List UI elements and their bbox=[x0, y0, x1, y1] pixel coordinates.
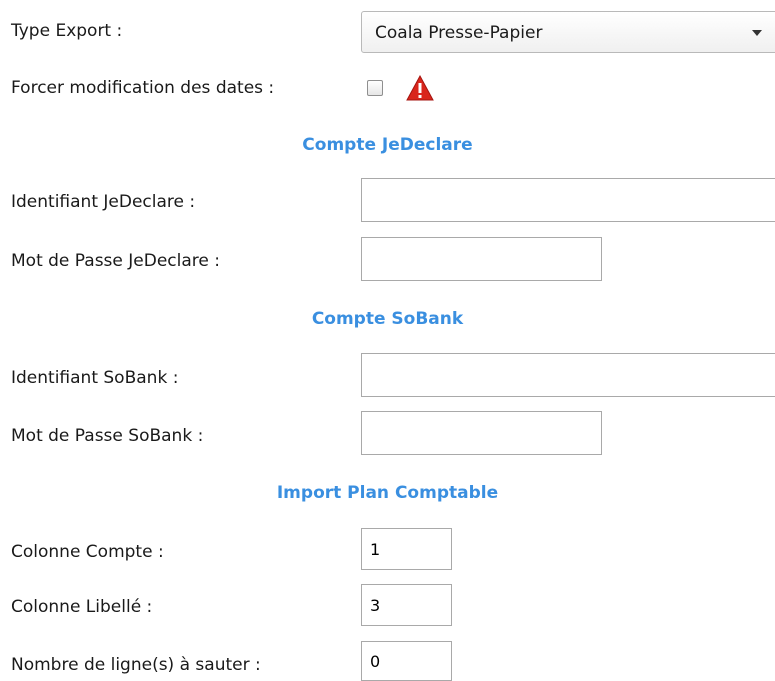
force-dates-checkbox[interactable] bbox=[367, 80, 383, 96]
force-dates-label: Forcer modification des dates : bbox=[11, 78, 275, 98]
warning-triangle-icon bbox=[406, 75, 434, 101]
sobank-id-label: Identifiant SoBank : bbox=[11, 368, 179, 388]
label-column-input[interactable] bbox=[361, 584, 452, 626]
skip-rows-input[interactable] bbox=[361, 641, 452, 681]
jedeclare-id-label: Identifiant JeDeclare : bbox=[11, 192, 196, 212]
skip-rows-label: Nombre de ligne(s) à sauter : bbox=[11, 655, 261, 675]
type-export-selected-value: Coala Presse-Papier bbox=[375, 23, 543, 43]
jedeclare-password-label: Mot de Passe JeDeclare : bbox=[11, 251, 220, 271]
import-plan-section-title: Import Plan Comptable bbox=[276, 483, 499, 503]
chevron-down-icon bbox=[752, 30, 762, 36]
type-export-select[interactable]: Coala Presse-Papier bbox=[361, 11, 775, 53]
sobank-password-label: Mot de Passe SoBank : bbox=[11, 426, 204, 446]
type-export-label: Type Export : bbox=[11, 21, 123, 41]
jedeclare-section-title: Compte JeDeclare bbox=[302, 135, 473, 155]
label-column-label: Colonne Libellé : bbox=[11, 597, 153, 617]
sobank-id-input[interactable] bbox=[361, 353, 775, 397]
sobank-password-input[interactable] bbox=[361, 411, 602, 455]
account-column-label: Colonne Compte : bbox=[11, 542, 164, 562]
jedeclare-id-input[interactable] bbox=[361, 178, 775, 222]
jedeclare-password-input[interactable] bbox=[361, 237, 602, 281]
account-column-input[interactable] bbox=[361, 528, 452, 570]
sobank-section-title: Compte SoBank bbox=[311, 309, 464, 329]
